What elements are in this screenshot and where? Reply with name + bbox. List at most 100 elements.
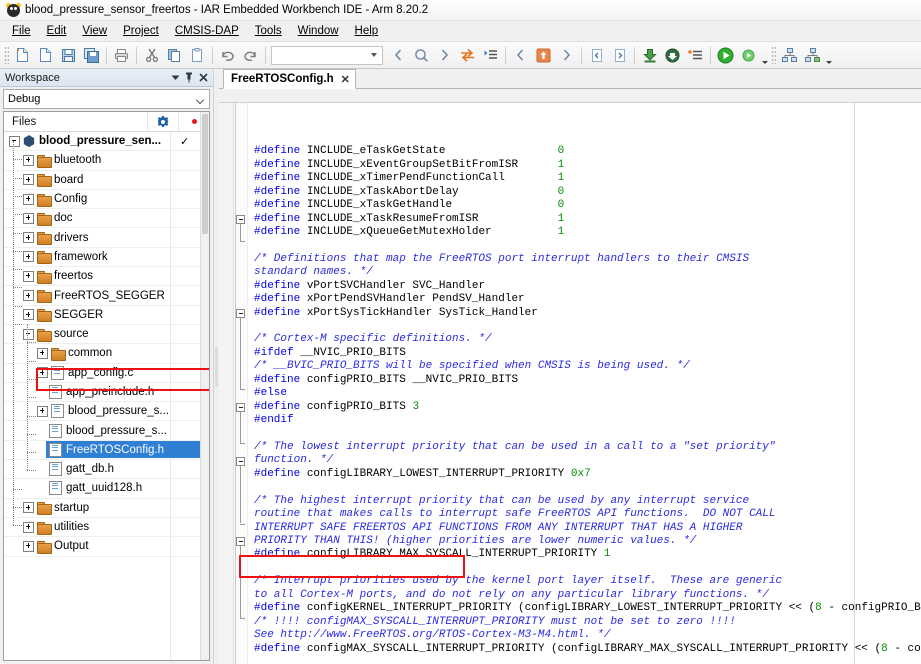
scrollbar-thumb[interactable] bbox=[202, 114, 208, 234]
expand-toggle-icon[interactable] bbox=[37, 405, 48, 417]
debug-icon[interactable] bbox=[715, 45, 736, 66]
tree-item[interactable]: blood_pressure_s... bbox=[4, 402, 209, 422]
tree-item[interactable]: doc bbox=[4, 209, 209, 229]
tree-item[interactable]: bluetooth bbox=[4, 151, 209, 171]
workspace-view-icon[interactable] bbox=[779, 45, 800, 66]
toolbar-grip[interactable] bbox=[4, 46, 9, 64]
tree-item[interactable]: SEGGER bbox=[4, 306, 209, 325]
tree-connector-line bbox=[13, 507, 22, 508]
menu-view[interactable]: View bbox=[74, 23, 115, 39]
tree-item[interactable]: Config bbox=[4, 190, 209, 210]
expand-toggle-icon[interactable] bbox=[23, 251, 34, 263]
undo-icon[interactable] bbox=[217, 45, 238, 66]
new-document-icon[interactable] bbox=[12, 45, 33, 66]
settings-column-header[interactable] bbox=[147, 112, 178, 131]
expand-toggle-icon[interactable] bbox=[23, 232, 34, 244]
tree-item[interactable]: blood_pressure_s... bbox=[4, 421, 209, 441]
run-icon[interactable] bbox=[738, 45, 759, 66]
code-text[interactable]: #define INCLUDE_eTaskGetState 0 #define I… bbox=[248, 103, 921, 664]
menu-tools[interactable]: Tools bbox=[247, 23, 290, 39]
menu-help[interactable]: Help bbox=[347, 23, 387, 39]
go-to-bookmark-icon[interactable] bbox=[480, 45, 501, 66]
copy-icon[interactable] bbox=[164, 45, 185, 66]
tree-item[interactable]: FreeRTOS_SEGGER bbox=[4, 286, 209, 306]
collapse-fold-icon[interactable] bbox=[236, 456, 245, 466]
collapse-fold-icon[interactable] bbox=[236, 214, 245, 224]
expand-toggle-icon[interactable] bbox=[23, 154, 34, 166]
redo-icon[interactable] bbox=[240, 45, 261, 66]
step-forward-icon[interactable] bbox=[609, 45, 630, 66]
tree-item[interactable]: Output bbox=[4, 537, 209, 557]
expand-toggle-icon[interactable] bbox=[23, 309, 34, 321]
editor-gutter[interactable] bbox=[219, 103, 234, 664]
tab-freertosconfig-h[interactable]: FreeRTOSConfig.h ✕ bbox=[223, 69, 356, 89]
expand-toggle-icon[interactable] bbox=[23, 193, 34, 205]
expand-toggle-icon[interactable] bbox=[23, 540, 34, 552]
navigate-next-icon[interactable] bbox=[556, 45, 577, 66]
workspace-split-icon[interactable] bbox=[802, 45, 823, 66]
tree-item[interactable]: app_preinclude.h bbox=[4, 383, 209, 403]
chevron-down-icon[interactable] bbox=[371, 53, 377, 57]
toggle-bookmark-icon[interactable] bbox=[457, 45, 478, 66]
build-configuration-select[interactable]: Debug bbox=[3, 89, 210, 109]
folder-icon bbox=[37, 232, 52, 246]
debug-dropdown-icon[interactable] bbox=[760, 44, 769, 66]
menu-cmsis-dap[interactable]: CMSIS-DAP bbox=[167, 23, 247, 39]
make-icon[interactable] bbox=[685, 45, 706, 66]
navigate-previous-icon[interactable] bbox=[510, 45, 531, 66]
dropdown-icon[interactable] bbox=[168, 71, 182, 85]
paste-icon[interactable] bbox=[187, 45, 208, 66]
navigate-forward-icon[interactable] bbox=[434, 45, 455, 66]
code-editor[interactable]: #define INCLUDE_eTaskGetState 0 #define I… bbox=[219, 103, 921, 664]
bookmark-orange-icon[interactable] bbox=[533, 45, 554, 66]
menu-edit[interactable]: Edit bbox=[39, 23, 75, 39]
tree-item[interactable]: blood_pressure_sen... ✓ bbox=[4, 132, 209, 152]
tree-item[interactable]: board bbox=[4, 171, 209, 190]
tree-item[interactable]: app_config.c bbox=[4, 364, 209, 383]
open-document-icon[interactable] bbox=[35, 45, 56, 66]
expand-toggle-icon[interactable] bbox=[23, 502, 34, 514]
save-icon[interactable] bbox=[58, 45, 79, 66]
expand-toggle-icon[interactable] bbox=[37, 367, 48, 379]
menu-file[interactable]: File bbox=[4, 23, 39, 39]
code-folding-margin[interactable] bbox=[234, 103, 248, 664]
expand-toggle-icon[interactable] bbox=[23, 212, 34, 224]
collapse-toggle-icon[interactable] bbox=[9, 135, 20, 147]
file-tree-body[interactable]: blood_pressure_sen... ✓ bluetooth board Conf… bbox=[4, 132, 209, 660]
tree-item[interactable]: drivers bbox=[4, 228, 209, 248]
tree-item-selected[interactable]: FreeRTOSConfig.h bbox=[4, 440, 209, 461]
save-all-icon[interactable] bbox=[81, 45, 102, 66]
pin-icon[interactable] bbox=[182, 71, 196, 85]
expand-toggle-icon[interactable] bbox=[23, 174, 34, 186]
menu-project[interactable]: Project bbox=[115, 23, 167, 39]
tree-item[interactable]: startup bbox=[4, 499, 209, 518]
close-icon[interactable] bbox=[196, 71, 210, 85]
download-debug-icon[interactable] bbox=[662, 45, 683, 66]
tree-item[interactable]: utilities bbox=[4, 518, 209, 538]
expand-toggle-icon[interactable] bbox=[23, 270, 34, 282]
folder-icon bbox=[51, 347, 66, 361]
find-icon[interactable] bbox=[411, 45, 432, 66]
search-input[interactable] bbox=[271, 45, 383, 65]
expand-toggle-icon[interactable] bbox=[23, 290, 34, 302]
cut-icon[interactable] bbox=[141, 45, 162, 66]
menu-window[interactable]: Window bbox=[290, 23, 347, 39]
collapse-toggle-icon[interactable] bbox=[23, 328, 34, 340]
print-icon[interactable] bbox=[111, 45, 132, 66]
toolbar-grip-2[interactable] bbox=[771, 46, 776, 64]
workspace-scrollbar[interactable] bbox=[200, 112, 209, 660]
download-icon[interactable] bbox=[639, 45, 660, 66]
tree-item[interactable]: framework bbox=[4, 248, 209, 268]
toolbar-overflow-icon[interactable] bbox=[824, 44, 833, 66]
tree-item[interactable]: freertos bbox=[4, 267, 209, 287]
expand-toggle-icon[interactable] bbox=[37, 347, 48, 359]
navigate-backward-icon[interactable] bbox=[388, 45, 409, 66]
step-back-icon[interactable] bbox=[586, 45, 607, 66]
collapse-fold-icon[interactable] bbox=[236, 537, 245, 547]
close-icon[interactable]: ✕ bbox=[341, 73, 350, 86]
tree-item[interactable]: gatt_uuid128.h bbox=[4, 479, 209, 499]
expand-toggle-icon[interactable] bbox=[23, 521, 34, 533]
tree-item-label: gatt_uuid128.h bbox=[66, 482, 143, 495]
collapse-fold-icon[interactable] bbox=[236, 402, 245, 412]
collapse-fold-icon[interactable] bbox=[236, 308, 245, 318]
